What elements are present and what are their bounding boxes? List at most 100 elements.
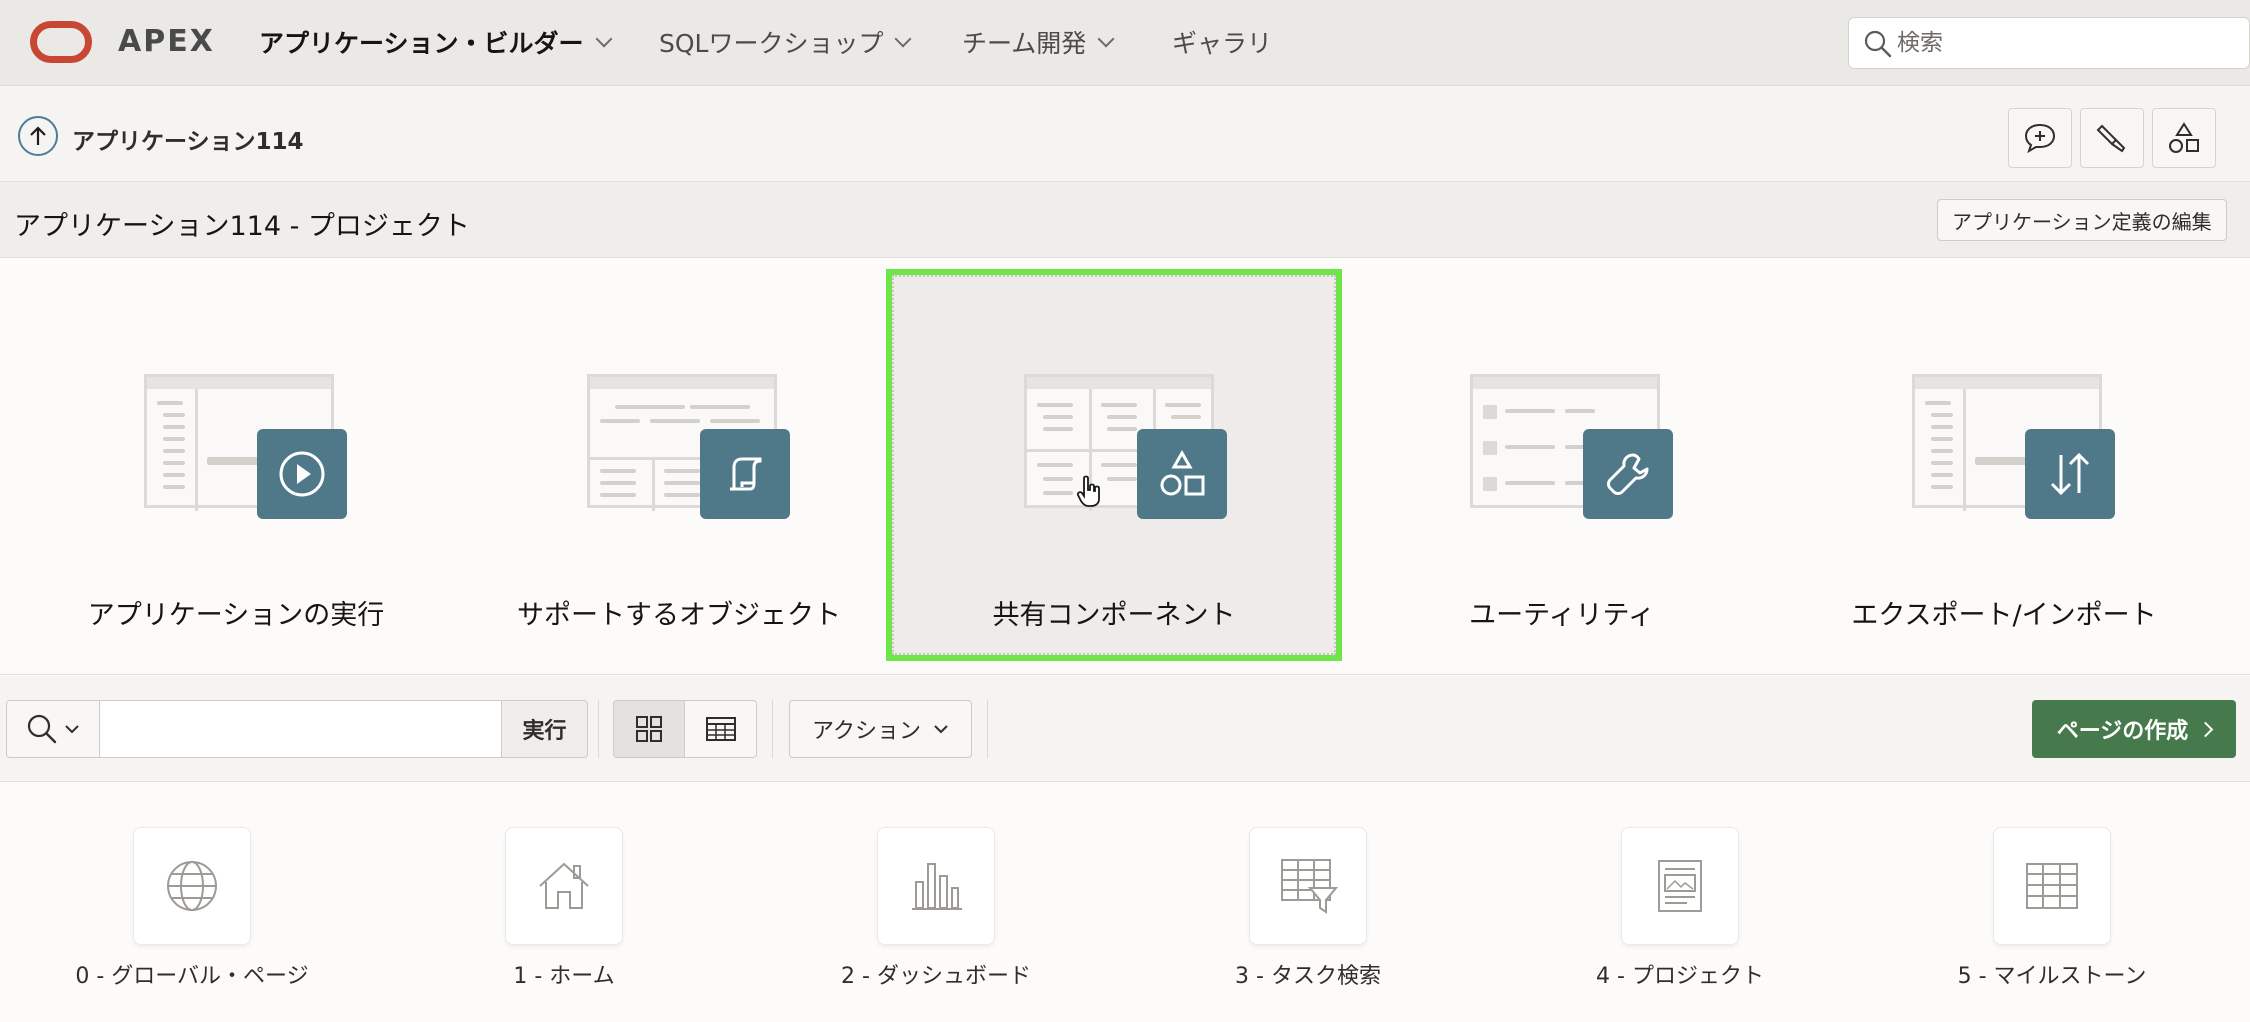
hand-cursor-icon: [1076, 475, 1100, 507]
arrow-up-icon: [30, 126, 46, 145]
wrench-icon: [1607, 453, 1649, 495]
utilities-label: ユーティリティ: [1469, 600, 1655, 631]
chevron-down-icon: [595, 30, 613, 48]
export-import-illustration: [1912, 374, 2122, 524]
oracle-logo-icon[interactable]: [30, 21, 92, 63]
actions-menu-button[interactable]: アクション: [789, 700, 972, 758]
theme-roller-button[interactable]: [2080, 108, 2144, 168]
toolbar-separator: [772, 700, 773, 758]
home-icon: [539, 862, 589, 909]
export-import-card[interactable]: エクスポート/インポート: [1782, 275, 2226, 655]
page-tile-5[interactable]: 5 - マイルストーン: [1860, 827, 2232, 1007]
chevron-down-icon: [894, 30, 912, 48]
page-search-combo: 実行: [6, 700, 588, 758]
nav-gallery[interactable]: ギャラリ: [1172, 24, 1272, 60]
bar-chart-icon: [912, 863, 962, 910]
breadcrumb-bar: アプリケーション114: [0, 86, 2250, 182]
globe-icon: [167, 861, 217, 911]
shared-components-card[interactable]: 共有コンポーネント: [886, 269, 1342, 661]
nav-team-development-label: チーム開発: [962, 29, 1087, 58]
hero-cards-region: アプリケーションの実行 サポートするオブジェクト 共有コンポーネント ユーティリ…: [0, 259, 2250, 675]
page-tile-label: 2 - ダッシュボード: [841, 964, 1031, 989]
report-view-button[interactable]: [685, 700, 757, 758]
page-tile-2[interactable]: 2 - ダッシュボード: [744, 827, 1116, 1007]
page-tile-label: 1 - ホーム: [513, 964, 615, 989]
create-page-label: ページの作成: [2056, 719, 2189, 744]
supporting-objects-badge: [700, 429, 790, 519]
page-tile-4[interactable]: 4 - プロジェクト: [1488, 827, 1860, 1007]
shared-components-badge: [1137, 429, 1227, 519]
table-filter-icon: [1281, 859, 1338, 914]
utilities-badge: [1583, 429, 1673, 519]
chevron-down-icon: [65, 725, 79, 734]
shared-components-button[interactable]: [2152, 108, 2216, 168]
nav-app-builder[interactable]: アプリケーション・ビルダー: [259, 24, 613, 60]
page-search-input[interactable]: [100, 700, 502, 758]
run-application-label: アプリケーションの実行: [87, 600, 385, 631]
nav-sql-workshop[interactable]: SQLワークショップ: [659, 24, 912, 60]
comment-add-icon: [2024, 123, 2056, 154]
grid-view-button[interactable]: [613, 700, 685, 758]
page-tile-3[interactable]: 3 - タスク検索: [1116, 827, 1488, 1007]
shared-components-label: 共有コンポーネント: [992, 600, 1236, 631]
page-icon-tile: [877, 827, 995, 945]
nav-team-development[interactable]: チーム開発: [962, 24, 1115, 60]
page-icon-tile: [1249, 827, 1367, 945]
go-button[interactable]: 実行: [502, 700, 588, 758]
grid-view-icon: [636, 716, 662, 742]
page-tile-1[interactable]: 1 - ホーム: [372, 827, 744, 1007]
actions-label: アクション: [812, 719, 921, 744]
utilities-illustration: [1470, 374, 1680, 524]
chevron-down-icon: [934, 725, 948, 734]
page-tile-0[interactable]: 0 - グローバル・ページ: [0, 827, 372, 1007]
navigate-up-button[interactable]: [18, 116, 58, 156]
page-tile-label: 5 - マイルストーン: [1957, 964, 2147, 989]
feedback-button[interactable]: [2008, 108, 2072, 168]
form-icon: [1658, 860, 1702, 912]
page-title: アプリケーション114 - プロジェクト: [14, 211, 470, 242]
page-tile-label: 4 - プロジェクト: [1596, 964, 1764, 989]
search-icon: [27, 714, 57, 744]
chevron-right-icon: [2198, 721, 2214, 737]
top-navigation-bar: APEX アプリケーション・ビルダー SQLワークショップ チーム開発 ギャラリ: [0, 0, 2250, 86]
export-import-label: エクスポート/インポート: [1851, 600, 2157, 631]
edit-application-definition-button[interactable]: アプリケーション定義の編集: [1937, 199, 2227, 241]
page-icon-tile: [1993, 827, 2111, 945]
global-search-input[interactable]: [1897, 26, 2237, 60]
view-mode-toggle: [613, 700, 757, 758]
global-search[interactable]: [1848, 17, 2250, 69]
search-column-menu-button[interactable]: [6, 700, 100, 758]
nav-sql-workshop-label: SQLワークショップ: [659, 29, 884, 58]
run-application-card[interactable]: アプリケーションの実行: [14, 275, 458, 655]
supporting-objects-card[interactable]: サポートするオブジェクト: [457, 275, 901, 655]
export-import-badge: [2025, 429, 2115, 519]
region-header: アプリケーション114 - プロジェクト アプリケーション定義の編集: [0, 182, 2250, 258]
table-view-icon: [705, 717, 736, 741]
toolbar-separator: [598, 700, 599, 758]
page-icon-tile: [505, 827, 623, 945]
shared-components-icon: [2169, 122, 2199, 153]
create-page-button[interactable]: ページの作成: [2032, 700, 2236, 758]
supporting-objects-label: サポートするオブジェクト: [517, 600, 841, 631]
nav-gallery-label: ギャラリ: [1172, 29, 1273, 58]
search-icon: [1864, 30, 1892, 58]
nav-app-builder-label: アプリケーション・ビルダー: [259, 29, 584, 58]
run-application-illustration: [144, 374, 354, 524]
page-icon-tile: [1621, 827, 1739, 945]
play-icon: [279, 451, 325, 497]
grid-table-icon: [2026, 863, 2078, 909]
utilities-card[interactable]: ユーティリティ: [1340, 275, 1784, 655]
scroll-icon: [730, 457, 762, 491]
shared-components-illustration: [1024, 374, 1234, 524]
pages-toolbar: 実行 アクション ページの作成: [0, 676, 2250, 782]
arrows-updown-icon: [2050, 452, 2090, 496]
toolbar-separator: [987, 700, 988, 758]
brand-name[interactable]: APEX: [118, 24, 215, 59]
breadcrumb-title: アプリケーション114: [72, 129, 304, 155]
page-list: 0 - グローバル・ページ 1 - ホーム 2 - ダッシュボード 3 - タス…: [0, 783, 2250, 1022]
brush-icon: [2096, 124, 2126, 153]
shapes-icon: [1160, 449, 1205, 496]
page-tile-label: 3 - タスク検索: [1235, 964, 1381, 989]
supporting-objects-illustration: [587, 374, 797, 524]
chevron-down-icon: [1097, 30, 1115, 48]
